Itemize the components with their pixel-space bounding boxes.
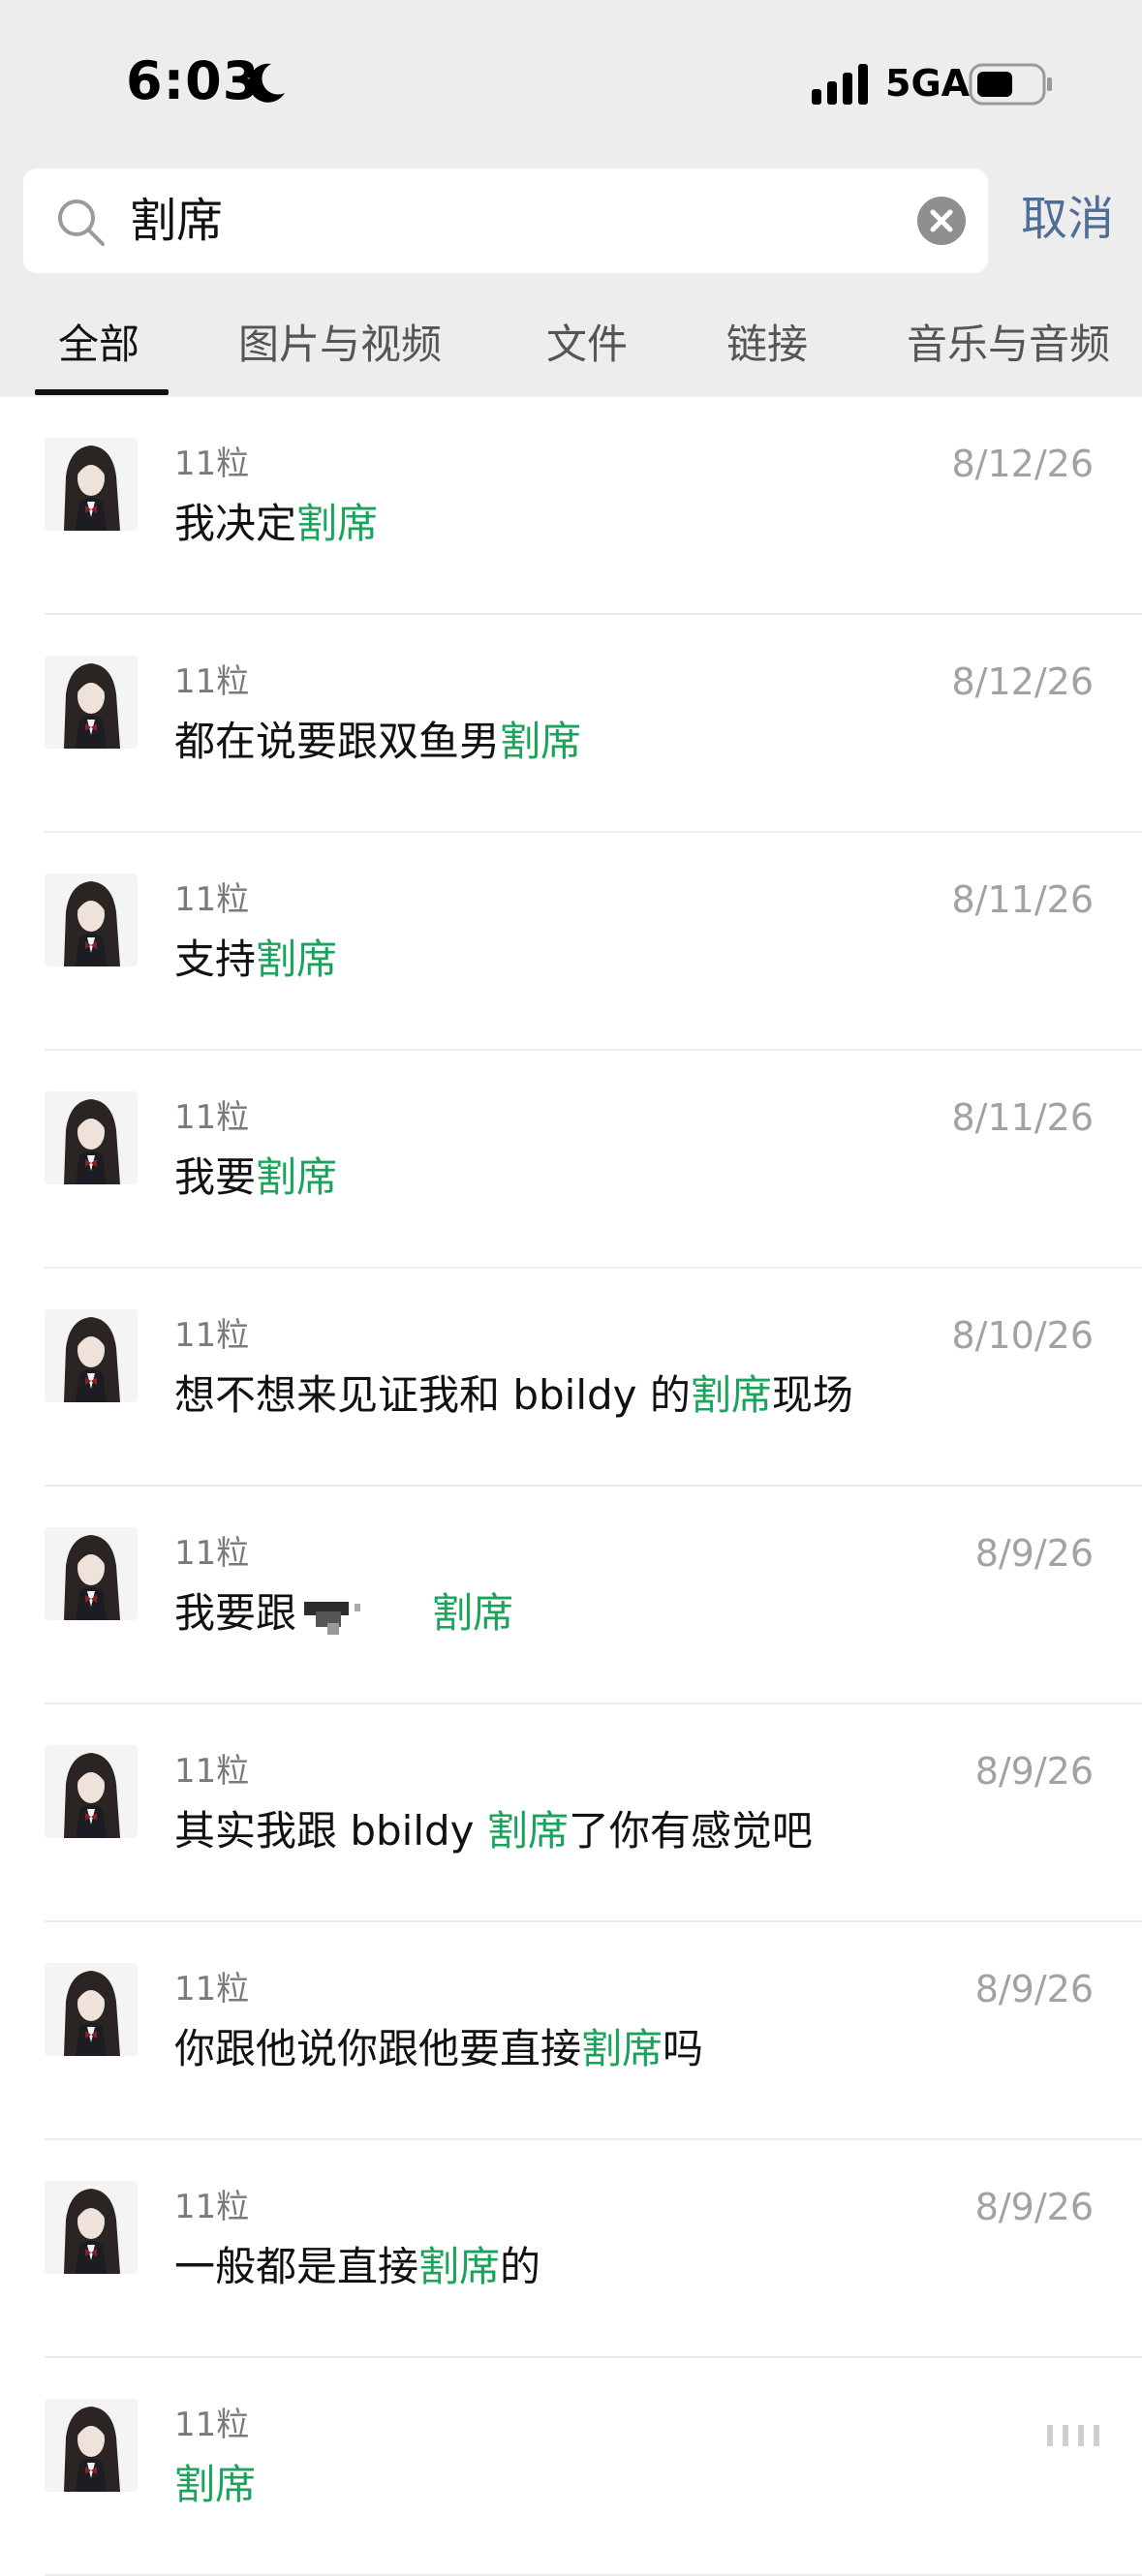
keyword-highlight: 割席 [256, 1153, 337, 1201]
battery-icon [969, 62, 1054, 107]
search-input[interactable]: 割席 [130, 194, 223, 248]
redacted-text [296, 1590, 432, 1642]
sender-name: 11粒 [174, 2187, 249, 2227]
list-item[interactable]: 11粒 8/11/26 支持割席 [0, 833, 1142, 1051]
sender-name: 11粒 [174, 1315, 249, 1356]
message-snippet: 割席 [174, 2459, 256, 2511]
message-date: 8/9/26 [975, 2185, 1094, 2229]
message-date: 8/12/26 [952, 442, 1095, 486]
message-text-after: 吗 [663, 2025, 703, 2072]
message-text-before: 都在说要跟双鱼男 [174, 718, 500, 765]
sender-name: 11粒 [174, 1533, 249, 1574]
list-item[interactable]: 11粒 8/9/26 其实我跟 bbildy 割席了你有感觉吧 [0, 1704, 1142, 1922]
tab-links[interactable]: 链接 [726, 320, 808, 370]
keyword-highlight: 割席 [500, 718, 581, 765]
message-text-before: 我决定 [174, 500, 296, 547]
cancel-button[interactable]: 取消 [1021, 190, 1114, 248]
avatar [45, 1309, 138, 1402]
sender-name: 11粒 [174, 2405, 249, 2445]
tab-music[interactable]: 音乐与音频 [907, 320, 1110, 370]
list-item[interactable]: 11粒 8/11/26 我要割席 [0, 1051, 1142, 1269]
avatar [45, 874, 138, 966]
status-time: 6:03 [126, 50, 260, 111]
avatar [45, 438, 138, 531]
keyword-highlight: 割席 [581, 2025, 663, 2072]
signal-icon [812, 64, 872, 105]
message-date: 8/12/26 [952, 659, 1095, 704]
avatar [45, 2399, 138, 2492]
avatar [45, 1745, 138, 1838]
message-text-before: 支持 [174, 935, 256, 983]
list-item[interactable]: 11粒 8/10/26 想不想来见证我和 bbildy 的割席现场 [0, 1269, 1142, 1487]
message-text-before: 想不想来见证我和 bbildy 的 [174, 1371, 691, 1419]
message-snippet: 你跟他说你跟他要直接割席吗 [174, 2023, 703, 2075]
message-snippet: 其实我跟 bbildy 割席了你有感觉吧 [174, 1805, 813, 1857]
message-text-after: 的 [500, 2243, 540, 2290]
message-date: 8/10/26 [952, 1313, 1095, 1358]
tab-files[interactable]: 文件 [546, 320, 628, 370]
tab-media[interactable]: 图片与视频 [238, 320, 442, 370]
message-snippet: 我要跟 割席 [174, 1587, 513, 1642]
message-date: 8/9/26 [975, 1967, 1094, 2011]
list-item[interactable]: 11粒割席 [0, 2358, 1142, 2576]
scroll-indicator-icon [1045, 2421, 1103, 2450]
message-date: 8/9/26 [975, 1749, 1094, 1794]
message-text-before: 你跟他说你跟他要直接 [174, 2025, 581, 2072]
list-item[interactable]: 11粒 8/9/26 一般都是直接割席的 [0, 2140, 1142, 2358]
message-date: 8/11/26 [952, 1095, 1095, 1140]
sender-name: 11粒 [174, 1097, 249, 1138]
list-item[interactable]: 11粒 8/12/26 我决定割席 [0, 397, 1142, 615]
network-label: 5GA [885, 62, 970, 105]
sender-name: 11粒 [174, 1969, 249, 2009]
list-item[interactable]: 11粒 8/12/26 都在说要跟双鱼男割席 [0, 615, 1142, 833]
moon-icon [242, 60, 289, 107]
avatar [45, 1963, 138, 2056]
message-date: 8/11/26 [952, 877, 1095, 922]
message-text-before: 其实我跟 bbildy [174, 1807, 487, 1855]
search-field[interactable]: 割席 [23, 169, 988, 273]
message-snippet: 支持割席 [174, 934, 337, 986]
list-item[interactable]: 11粒 8/9/26 我要跟 割席 [0, 1487, 1142, 1704]
avatar [45, 656, 138, 749]
search-header: 6:03 5GA 割席 取消 全部 图片与视频 文件 链接 音乐与音频 [0, 0, 1142, 397]
message-text-before: 我要跟 [174, 1589, 296, 1637]
sender-name: 11粒 [174, 1751, 249, 1792]
search-results-list: 11粒8/12/26我决定割席 11粒8/12/26都在说要跟双鱼男割席 11粒… [0, 397, 1142, 2576]
search-icon [54, 196, 107, 248]
keyword-highlight: 割席 [418, 2243, 500, 2290]
clear-icon[interactable] [916, 196, 967, 246]
message-date: 8/9/26 [975, 1531, 1094, 1576]
message-snippet: 我决定割席 [174, 498, 378, 550]
sender-name: 11粒 [174, 879, 249, 920]
keyword-highlight: 割席 [296, 500, 378, 547]
active-tab-indicator [35, 389, 169, 395]
avatar [45, 2181, 138, 2274]
message-snippet: 都在说要跟双鱼男割席 [174, 716, 581, 768]
keyword-highlight: 割席 [174, 2461, 256, 2508]
message-text-before: 我要 [174, 1153, 256, 1201]
message-snippet: 想不想来见证我和 bbildy 的割席现场 [174, 1369, 853, 1422]
sender-name: 11粒 [174, 661, 249, 702]
message-snippet: 我要割席 [174, 1151, 337, 1204]
message-text-after: 现场 [772, 1371, 853, 1419]
avatar [45, 1091, 138, 1184]
keyword-highlight: 割席 [691, 1371, 772, 1419]
message-text-before: 一般都是直接 [174, 2243, 418, 2290]
keyword-highlight: 割席 [487, 1807, 569, 1855]
message-snippet: 一般都是直接割席的 [174, 2241, 540, 2293]
tab-all[interactable]: 全部 [58, 320, 139, 370]
keyword-highlight: 割席 [256, 935, 337, 983]
keyword-highlight: 割席 [432, 1589, 513, 1637]
sender-name: 11粒 [174, 444, 249, 484]
avatar [45, 1527, 138, 1620]
list-item[interactable]: 11粒 8/9/26 你跟他说你跟他要直接割席吗 [0, 1922, 1142, 2140]
message-text-after: 了你有感觉吧 [569, 1807, 813, 1855]
